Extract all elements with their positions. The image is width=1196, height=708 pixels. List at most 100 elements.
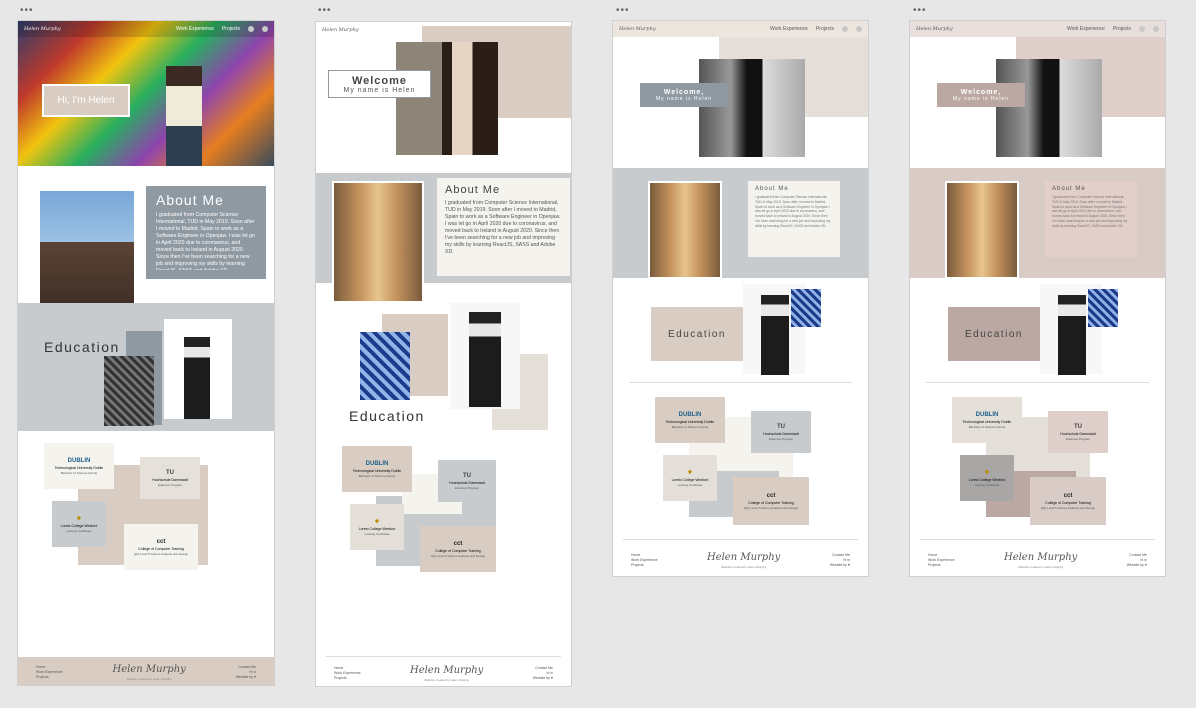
hero-name: My name is Helen [655, 95, 712, 102]
footer-signature: Helen Murphy [409, 664, 484, 676]
footer-contact[interactable]: Contact Me [830, 553, 850, 558]
edu-card-loreto: ⚜ Loreto College Wexford Leaving Certifi… [663, 455, 717, 501]
footer-signature: Helen Murphy [112, 663, 186, 675]
github-icon[interactable] [1139, 26, 1145, 32]
nav-link-projects[interactable]: Projects [816, 26, 834, 32]
education-title: Education [651, 307, 743, 361]
github-icon[interactable] [248, 26, 254, 32]
footer-contact[interactable]: Contact Me [236, 665, 256, 670]
footer-link-projects[interactable]: Projects [36, 675, 63, 680]
footer-copyright: Website created by Helen Murphy [1018, 564, 1064, 569]
about-body: I graduated from Computer Science Intern… [445, 200, 561, 255]
hero-name: My name is Helen [952, 95, 1009, 102]
about-alley-photo [945, 181, 1019, 279]
frame-1-dots: ••• [20, 5, 34, 16]
about-panel: About Me I graduated from Computer Scien… [437, 178, 570, 276]
linkedin-icon[interactable] [1153, 26, 1159, 32]
education-title: Education [948, 307, 1040, 361]
nav-logo[interactable]: Helen Murphy [24, 26, 61, 32]
nav-link-work[interactable]: Work Experience [176, 26, 214, 32]
section-divider [629, 382, 852, 383]
footer-link-work[interactable]: Work Experience [631, 558, 658, 563]
nav-logo[interactable]: Helen Murphy [619, 26, 656, 32]
edu-card-loreto: ⚜ Loreto College Wexford Leaving Certifi… [350, 504, 404, 550]
about-photo [38, 189, 136, 321]
about-body: I graduated from Computer Science Intern… [1052, 195, 1128, 228]
edu-card-cct: cct College of Computer Training QQI Lev… [1030, 477, 1106, 525]
about-body: I graduated from Computer Science Intern… [755, 195, 831, 228]
frame-4: Helen Murphy Work Experience Projects We… [909, 20, 1166, 577]
edu-building-photo [104, 356, 154, 426]
footer-signature: Helen Murphy [706, 551, 781, 563]
nav-link-work[interactable]: Work Experience [770, 26, 808, 32]
frame-2-dots: ••• [318, 5, 332, 16]
hero-portrait-photo [396, 42, 498, 155]
github-icon[interactable] [842, 26, 848, 32]
footer: Home Work Experience Projects Helen Murp… [613, 545, 868, 575]
about-body: I graduated from Computer Science Intern… [156, 212, 255, 270]
nav-logo[interactable]: Helen Murphy [322, 27, 359, 33]
footer-designed: Website by ♥ [829, 562, 850, 567]
loreto-crest-icon: ⚜ [687, 470, 693, 476]
loreto-crest-icon: ⚜ [76, 516, 82, 522]
hero-woman-photo [166, 66, 202, 166]
hda-logo: TU [1074, 423, 1082, 430]
linkedin-icon[interactable] [856, 26, 862, 32]
hero-welcome: Welcome [351, 74, 408, 87]
loreto-crest-icon: ⚜ [984, 470, 990, 476]
nav-link-projects[interactable]: Projects [222, 26, 240, 32]
footer-link-projects[interactable]: Projects [334, 676, 361, 681]
edu-grad-photo [469, 312, 501, 407]
footer-contact[interactable]: Contact Me [533, 666, 553, 671]
hero-welcome: Welcome, [960, 88, 1002, 96]
hero-welcome-box: Welcome, My name is Helen [640, 83, 728, 107]
tud-logo: DUBLIN [975, 411, 999, 418]
education-title: Education [44, 339, 120, 355]
about-title: About Me [1052, 186, 1086, 192]
footer-link-work[interactable]: Work Experience [334, 671, 361, 676]
footer-link-projects[interactable]: Projects [928, 563, 955, 568]
about-title: About Me [156, 192, 224, 208]
about-panel: About Me I graduated from Computer Scien… [748, 181, 840, 257]
edu-card-hda: TU Hochschule Darmstadt Erasmus Program [1048, 411, 1108, 453]
linkedin-icon[interactable] [262, 26, 268, 32]
edu-building-photo [1088, 289, 1118, 327]
about-title: About Me [445, 184, 501, 196]
edu-building-photo [791, 289, 821, 327]
about-alley-photo [648, 181, 722, 279]
nav-bar: Helen Murphy Work Experience Projects [613, 21, 868, 37]
edu-card-cct: cct College of Computer Training QQI Lev… [124, 524, 198, 570]
footer-link-work[interactable]: Work Experience [36, 670, 63, 675]
frame-2: Helen Murphy Work Experience Projects We… [315, 21, 572, 687]
edu-grad-photo [184, 337, 210, 419]
edu-card-hda: TU Hochschule Darmstadt Erasmus Program [751, 411, 811, 453]
frame-4-dots: ••• [913, 5, 927, 16]
cct-logo: cct [766, 492, 776, 499]
footer-contact[interactable]: Contact Me [1127, 553, 1147, 558]
footer-divider [623, 539, 858, 540]
hero-name: My name is Helen [343, 86, 416, 94]
about-title: About Me [755, 186, 789, 192]
footer-link-projects[interactable]: Projects [631, 563, 658, 568]
frame-3: Helen Murphy Work Experience Projects We… [612, 20, 869, 577]
nav-logo[interactable]: Helen Murphy [916, 26, 953, 32]
footer-copyright: Website created by Helen Murphy [126, 676, 172, 681]
cct-logo: cct [453, 540, 463, 547]
about-alley-photo [332, 181, 424, 303]
hda-logo: TU [777, 423, 785, 430]
edu-grad-photo [1058, 295, 1086, 375]
nav-bar: Helen Murphy Work Experience Projects [910, 21, 1165, 37]
frame-1: Helen Murphy Work Experience Projects Hi… [17, 20, 275, 686]
about-panel: About Me I graduated from Computer Scien… [1045, 181, 1137, 257]
edu-card-tud: DUBLIN Technological University Dublin B… [952, 397, 1022, 443]
hero-greeting: Hi, I'm Helen [42, 84, 130, 117]
footer-link-work[interactable]: Work Experience [928, 558, 955, 563]
cct-logo: cct [156, 538, 166, 545]
nav-link-projects[interactable]: Projects [1113, 26, 1131, 32]
hero-welcome-box: Welcome My name is Helen [328, 70, 431, 98]
footer: Home Work Experience Projects Helen Murp… [910, 545, 1165, 575]
edu-card-loreto: ⚜ Loreto College Wexford Leaving Certifi… [52, 501, 106, 547]
edu-card-tud: DUBLIN Technological University Dublin B… [44, 443, 114, 489]
nav-link-work[interactable]: Work Experience [1067, 26, 1105, 32]
footer-copyright: Website created by Helen Murphy [424, 677, 470, 682]
